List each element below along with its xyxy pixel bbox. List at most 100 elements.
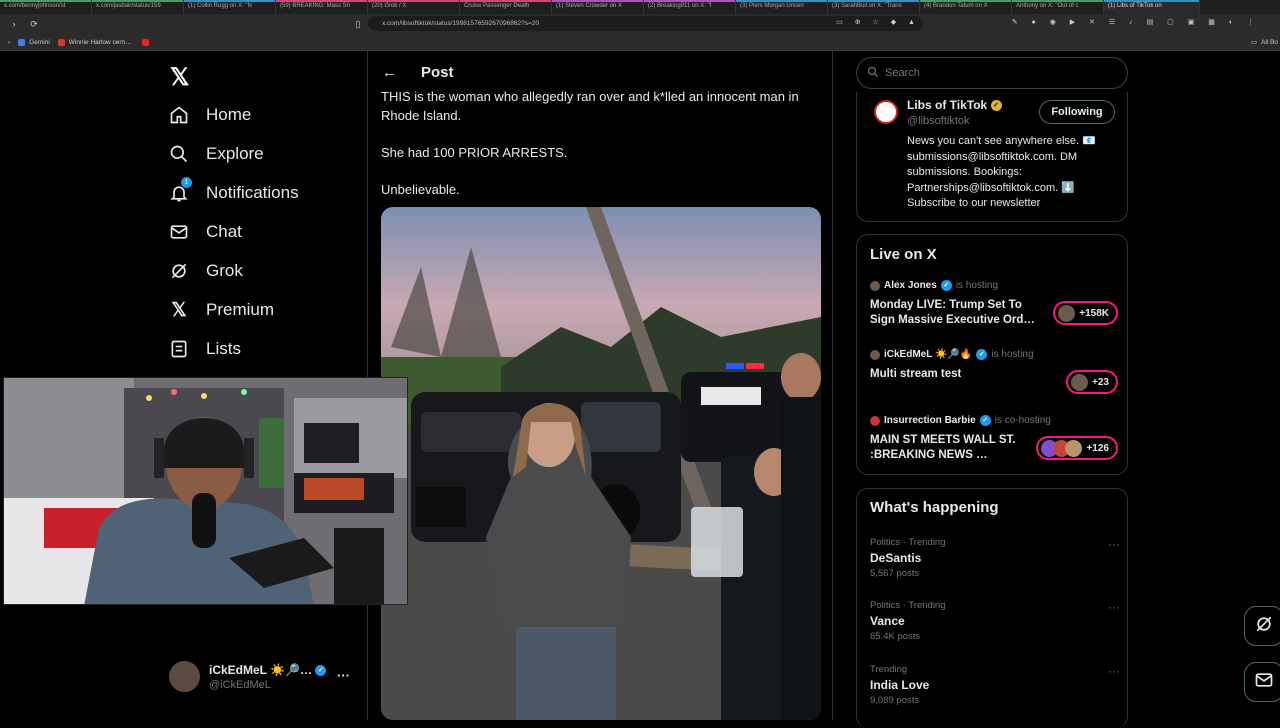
tab-color-bar xyxy=(368,0,459,2)
all-bookmarks-label: All Bo xyxy=(1261,38,1278,46)
browser-tab[interactable]: (1) Steven Crowder on X xyxy=(552,0,644,14)
pinterest-icon xyxy=(57,38,65,46)
tab-color-bar xyxy=(920,0,1011,2)
post-column: ← Post THIS is the woman who allegedly r… xyxy=(367,51,833,720)
more-icon[interactable]: ··· xyxy=(1108,600,1120,614)
browser-tab[interactable]: (20) Grok / X xyxy=(368,0,460,14)
trend-item[interactable]: Politics · Trending Vance 65.4K posts ··… xyxy=(870,600,1120,642)
browser-tab[interactable]: (1) Libs of TikTok on xyxy=(1104,0,1200,14)
verified-badge-icon: ✓ xyxy=(979,415,991,426)
following-button[interactable]: Following xyxy=(1039,100,1115,124)
sidebar-item-label: Lists xyxy=(206,339,241,358)
verified-badge-icon: ✓ xyxy=(990,100,1002,112)
profile-card: Libs of TikTok ✓ @libsoftiktok Following… xyxy=(856,92,1128,222)
sidebar-item-chat[interactable]: Chat xyxy=(168,221,242,243)
live-on-x-card: Live on X Alex Jones ✓ is hosting Monday L… xyxy=(856,234,1128,475)
tweet-paragraph: Unbelievable. xyxy=(381,182,460,197)
messages-float-button[interactable] xyxy=(1244,662,1280,702)
home-icon xyxy=(168,104,190,126)
live-space-title: MAIN ST MEETS WALL ST. :BREAKING NEWS … xyxy=(870,434,1016,461)
account-switcher[interactable]: iCkEdMeL ☀️🔎… ✓ @iCkEdMeL xyxy=(169,661,327,692)
page-action-icons[interactable]: ▭ ⊕ ☆ ◆ ▲ xyxy=(836,18,920,26)
all-bookmarks[interactable]: ▭ All Bo xyxy=(1250,38,1278,47)
search-icon xyxy=(168,143,190,165)
tab-label: (20) Grok / X xyxy=(372,3,407,9)
browser-tab[interactable]: (4) Brandon Tatum on X xyxy=(920,0,1012,14)
reload-icon[interactable]: ⟳ xyxy=(28,19,40,30)
profile-name-row[interactable]: Libs of TikTok ✓ xyxy=(907,98,1002,112)
live-item[interactable]: Alex Jones ✓ is hosting Monday LIVE: Trump… xyxy=(870,280,1118,328)
tab-color-bar xyxy=(0,0,91,2)
tab-label: x.com/bennyjohnson/st xyxy=(4,3,66,9)
trend-category: Trending xyxy=(870,664,908,675)
bookmark-label: Winnie Harlow cern… xyxy=(68,38,132,46)
avatar xyxy=(870,280,880,291)
verified-badge-icon: ✓ xyxy=(976,349,988,360)
notification-badge: 1 xyxy=(181,177,192,188)
account-name: iCkEdMeL ☀️🔎… xyxy=(209,662,313,677)
sidebar-item-home[interactable]: Home xyxy=(168,104,251,126)
mail-icon xyxy=(1254,670,1274,695)
live-listeners-pill[interactable]: +126 xyxy=(1036,436,1118,460)
webcam-overlay xyxy=(3,377,408,605)
tab-color-bar xyxy=(644,0,735,2)
trend-name: Vance xyxy=(870,614,905,628)
sidebar-item-premium[interactable]: 𝕏 Premium xyxy=(168,299,274,321)
tweet-photo[interactable] xyxy=(381,207,821,720)
tab-label: (1) Collin Rugg on X: "N xyxy=(188,3,252,9)
tab-label: Anthony on X: "Out of c xyxy=(1016,3,1079,9)
trend-item[interactable]: Politics · Trending DeSantis 5,567 posts… xyxy=(870,537,1120,579)
browser-tab[interactable]: (3) Piers Morgan Uncen xyxy=(736,0,828,14)
live-item[interactable]: iCkEdMeL ☀️🔎🔥 ✓ is hosting Multi stream te… xyxy=(870,349,1118,394)
trend-item[interactable]: Trending India Love 9,089 posts ··· xyxy=(870,664,1120,706)
bookmarks-expand-icon[interactable]: › xyxy=(8,39,10,46)
browser-tab[interactable]: (59) BREAKING: Mass Sh xyxy=(276,0,368,14)
sidebar-item-label: Grok xyxy=(206,261,243,280)
trend-category: Politics · Trending xyxy=(870,537,946,548)
browser-toolbar: › ⟳ ▯ x.com/libsoftiktok/status/19981576… xyxy=(0,14,1280,34)
more-icon[interactable]: ··· xyxy=(1108,664,1120,678)
tab-color-bar xyxy=(828,0,919,2)
sidebar-item-explore[interactable]: Explore xyxy=(168,143,264,165)
live-host-role: is hosting xyxy=(955,280,999,291)
extension-icons[interactable]: ✎ ● ◉ ▶ ✕ ☰ ♪ ▤ ▢ ▣ ▦ ◐ ⋮ xyxy=(1012,18,1260,26)
bookmark-winnie[interactable]: Winnie Harlow cern… xyxy=(57,38,149,46)
search-input[interactable]: Search xyxy=(856,57,1128,89)
x-logo-icon[interactable]: 𝕏 xyxy=(170,63,189,92)
browser-tab[interactable]: x.com/jasbair/status/159 xyxy=(92,0,184,14)
trend-post-count: 5,567 posts xyxy=(870,568,920,579)
browser-tab[interactable]: x.com/bennyjohnson/st xyxy=(0,0,92,14)
profile-name: Libs of TikTok xyxy=(907,98,988,112)
live-listeners-pill[interactable]: +158K xyxy=(1053,301,1118,325)
forward-icon[interactable]: › xyxy=(8,19,20,29)
bell-icon: 1 xyxy=(168,177,192,204)
browser-tab[interactable]: Cruise Passenger Death xyxy=(460,0,552,14)
avatar[interactable] xyxy=(874,100,898,124)
grok-float-button[interactable] xyxy=(1244,606,1280,646)
browser-tab[interactable]: (3) SarahBull on X: "Trans xyxy=(828,0,920,14)
live-space-title: Monday LIVE: Trump Set To Sign Massive E… xyxy=(870,299,1035,326)
sidebar-item-lists[interactable]: Lists xyxy=(168,338,241,360)
browser-tab[interactable]: (2) Breaking911 on X: "I xyxy=(644,0,736,14)
x-icon: 𝕏 xyxy=(171,299,187,321)
browser-tab[interactable]: (1) Collin Rugg on X: "N xyxy=(184,0,276,14)
sidebar-item-notifications[interactable]: 1 Notifications xyxy=(168,177,299,204)
live-listeners-pill[interactable]: +23 xyxy=(1066,370,1118,394)
account-more-icon[interactable]: ··· xyxy=(337,668,350,683)
tweet-paragraph: She had 100 PRIOR ARRESTS. xyxy=(381,145,568,160)
happening-title: What's happening xyxy=(870,499,999,516)
verified-badge-icon: ✓ xyxy=(940,280,952,291)
bookmark-gemini[interactable]: Gemini xyxy=(18,38,50,46)
browser-tab[interactable]: Anthony on X: "Out of c xyxy=(1012,0,1104,14)
tab-color-bar xyxy=(1104,0,1199,2)
more-icon[interactable]: ··· xyxy=(1108,537,1120,551)
sidebar-item-grok[interactable]: Grok xyxy=(168,260,243,282)
live-count: +126 xyxy=(1086,442,1109,454)
folder-icon: ▭ xyxy=(1250,39,1258,46)
tab-color-bar xyxy=(736,0,827,2)
back-arrow-icon[interactable]: ← xyxy=(382,64,397,81)
bookmark-icon[interactable]: ▯ xyxy=(352,19,364,30)
live-item[interactable]: Insurrection Barbie ✓ is co-hosting MAIN S… xyxy=(870,415,1118,463)
search-placeholder: Search xyxy=(885,67,920,79)
tab-label: x.com/jasbair/status/159 xyxy=(96,3,161,9)
